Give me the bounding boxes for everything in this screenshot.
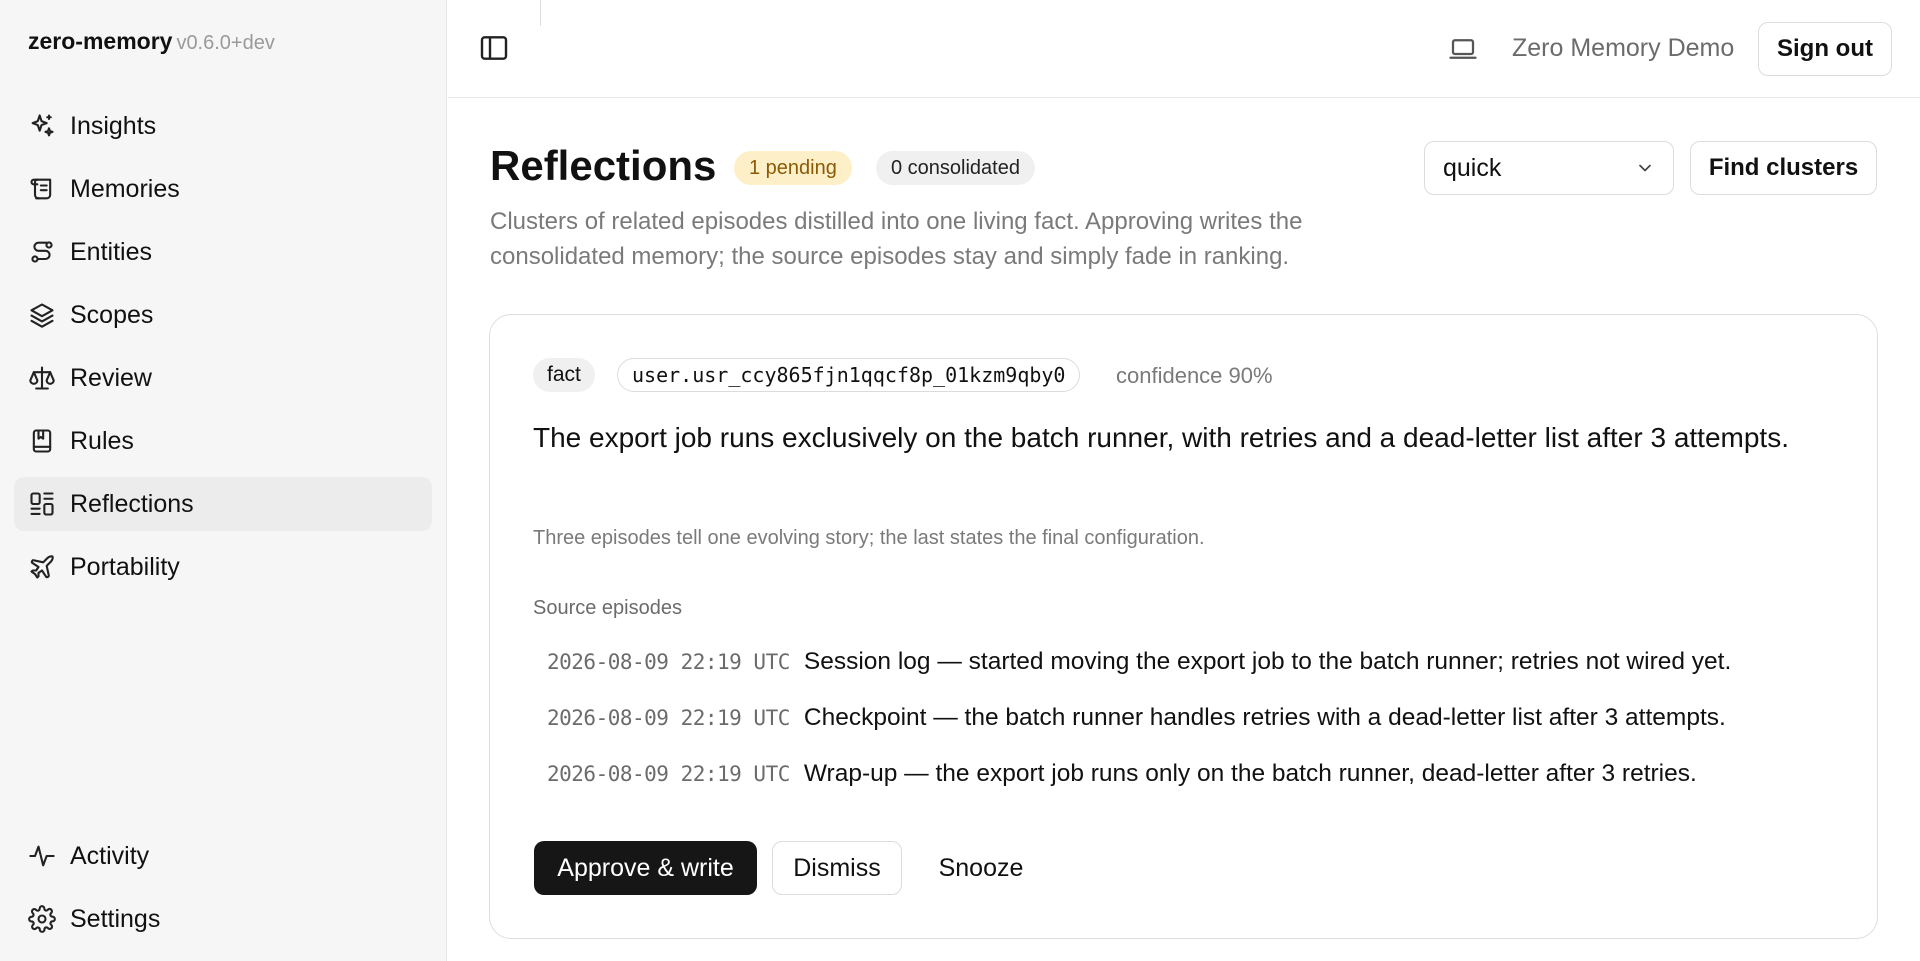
app-version: v0.6.0+dev	[176, 32, 275, 54]
sidebar-item-settings[interactable]: Settings	[14, 892, 432, 946]
sidebar-item-label: Portability	[70, 552, 180, 581]
sidebar-item-review[interactable]: Review	[14, 351, 432, 405]
approve-write-button[interactable]: Approve & write	[534, 841, 757, 895]
dismiss-button[interactable]: Dismiss	[772, 841, 902, 895]
app-name: zero-memory	[28, 28, 173, 54]
route-icon	[28, 238, 56, 266]
episode-row: 2026-08-09 22:19 UTC Session log — start…	[547, 642, 1731, 682]
sidebar-item-portability[interactable]: Portability	[14, 540, 432, 594]
sparkles-icon	[28, 112, 56, 140]
sidebar-item-activity[interactable]: Activity	[14, 829, 432, 883]
episode-row: 2026-08-09 22:19 UTC Checkpoint — the ba…	[547, 698, 1726, 738]
pending-badge: 1 pending	[734, 151, 852, 185]
sidebar-toggle-button[interactable]	[478, 32, 510, 64]
reflection-card: fact user.usr_ccy865fjn1qqcf8p_01kzm9qby…	[489, 314, 1878, 939]
sidebar-item-label: Review	[70, 363, 152, 392]
scale-icon	[28, 364, 56, 392]
episode-text: Session log — started moving the export …	[803, 648, 1732, 675]
sidebar-item-label: Insights	[70, 111, 157, 140]
page-title: Reflections	[490, 142, 717, 189]
top-bar: Zero Memory Demo Sign out	[448, 0, 1920, 98]
mode-select-value: quick	[1443, 153, 1502, 182]
sidebar-item-scopes[interactable]: Scopes	[14, 288, 432, 342]
type-tag: fact	[533, 358, 595, 392]
episode-timestamp: 2026-08-09 22:19 UTC	[547, 762, 790, 786]
page-subtitle: Clusters of related episodes distilled i…	[490, 208, 1303, 270]
activity-icon	[28, 842, 56, 870]
scope-tag: user.usr_ccy865fjn1qqcf8p_01kzm9qby0	[617, 358, 1081, 392]
app-brand[interactable]: zero-memory v0.6.0+dev	[28, 28, 275, 55]
layers-icon	[28, 301, 56, 329]
sidebar-item-label: Entities	[70, 237, 152, 266]
find-clusters-button[interactable]: Find clusters	[1690, 141, 1877, 195]
source-episodes-label: Source episodes	[533, 597, 682, 619]
episode-timestamp: 2026-08-09 22:19 UTC	[547, 650, 790, 674]
sidebar-item-rules[interactable]: Rules	[14, 414, 432, 468]
snooze-button[interactable]: Snooze	[916, 841, 1046, 895]
laptop-icon	[1448, 36, 1478, 62]
rationale-text: Three episodes tell one evolving story; …	[533, 527, 1205, 549]
sidebar-item-label: Reflections	[70, 489, 194, 518]
sidebar-item-memories[interactable]: Memories	[14, 162, 432, 216]
fact-text: The export job runs exclusively on the b…	[533, 422, 1789, 453]
plane-icon	[28, 553, 56, 581]
gear-icon	[28, 905, 56, 933]
sidebar-item-reflections[interactable]: Reflections	[14, 477, 432, 531]
consolidated-badge: 0 consolidated	[876, 151, 1035, 185]
sidebar-item-label: Settings	[70, 904, 161, 933]
sign-out-button[interactable]: Sign out	[1758, 22, 1892, 76]
chevron-down-icon	[1639, 164, 1651, 172]
episode-text: Wrap-up — the export job runs only on th…	[803, 760, 1697, 787]
episode-row: 2026-08-09 22:19 UTC Wrap-up — the expor…	[547, 754, 1697, 794]
confidence-label: confidence 90%	[1116, 363, 1273, 388]
grid-icon	[28, 490, 56, 518]
mode-select[interactable]: quick	[1424, 141, 1674, 195]
episode-text: Checkpoint — the batch runner handles re…	[803, 704, 1726, 731]
sidebar-item-insights[interactable]: Insights	[14, 99, 432, 153]
sidebar: zero-memory v0.6.0+dev Insights Memories …	[0, 0, 447, 961]
sidebar-item-entities[interactable]: Entities	[14, 225, 432, 279]
sidebar-item-label: Scopes	[70, 300, 154, 329]
sidebar-toggle-icon	[480, 36, 508, 60]
divider	[540, 0, 541, 26]
sidebar-item-label: Rules	[70, 426, 134, 455]
scroll-icon	[28, 175, 56, 203]
episode-timestamp: 2026-08-09 22:19 UTC	[547, 706, 790, 730]
sidebar-item-label: Memories	[70, 174, 180, 203]
sidebar-item-label: Activity	[70, 841, 150, 870]
book-icon	[28, 427, 56, 455]
user-name: Zero Memory Demo	[1512, 34, 1735, 62]
